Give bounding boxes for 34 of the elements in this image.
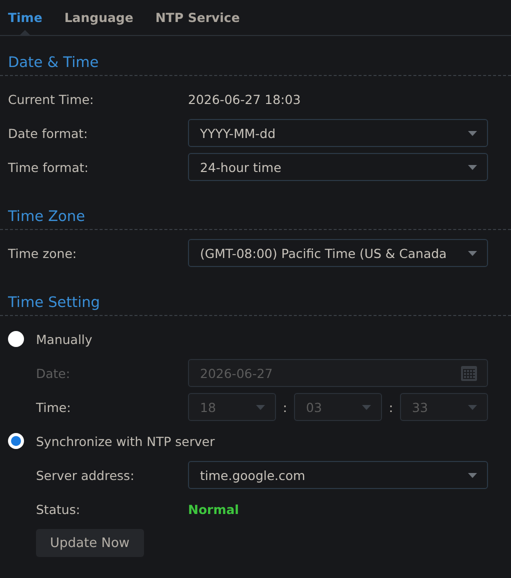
- field-label: Time format:: [8, 160, 90, 174]
- caret-icon: [468, 164, 477, 170]
- caret-icon: [362, 404, 371, 410]
- status-value: Normal: [188, 502, 239, 516]
- radio-label[interactable]: Manually: [36, 332, 92, 346]
- section-title: Date & Time: [8, 54, 99, 70]
- caret-icon: [468, 472, 477, 478]
- section-title: Time Setting: [8, 294, 100, 310]
- radio-button[interactable]: [8, 331, 24, 347]
- caret-icon: [468, 404, 477, 410]
- caret-icon: [256, 404, 265, 410]
- time-separator: :: [388, 400, 394, 414]
- current-time-value: 2026-06-27 18:03: [188, 92, 301, 106]
- field-label: Time zone:: [8, 246, 78, 260]
- time-separator: :: [282, 400, 288, 414]
- caret-icon: [468, 130, 477, 136]
- dropdown[interactable]: YYYY-MM-dd: [188, 119, 488, 147]
- field-label: Status:: [36, 502, 82, 516]
- radio-label[interactable]: Synchronize with NTP server: [36, 434, 215, 448]
- tab[interactable]: Language: [56, 0, 142, 35]
- section-title: Time Zone: [8, 208, 86, 224]
- radio-button[interactable]: [8, 433, 24, 449]
- field-label: Current Time:: [8, 92, 95, 106]
- dropdown[interactable]: time.google.com: [188, 461, 488, 489]
- field-label: Date:: [36, 366, 72, 380]
- update-now-button[interactable]: Update Now: [36, 529, 144, 557]
- field-label: Time:: [36, 400, 72, 414]
- field-label: Date format:: [8, 126, 89, 140]
- caret-icon: [468, 250, 477, 256]
- dropdown[interactable]: 24-hour time: [188, 153, 488, 181]
- tab[interactable]: Time: [0, 0, 50, 35]
- tab[interactable]: NTP Service: [147, 0, 248, 35]
- dropdown[interactable]: (GMT-08:00) Pacific Time (US & Canada: [188, 239, 488, 267]
- field-label: Server address:: [36, 468, 136, 482]
